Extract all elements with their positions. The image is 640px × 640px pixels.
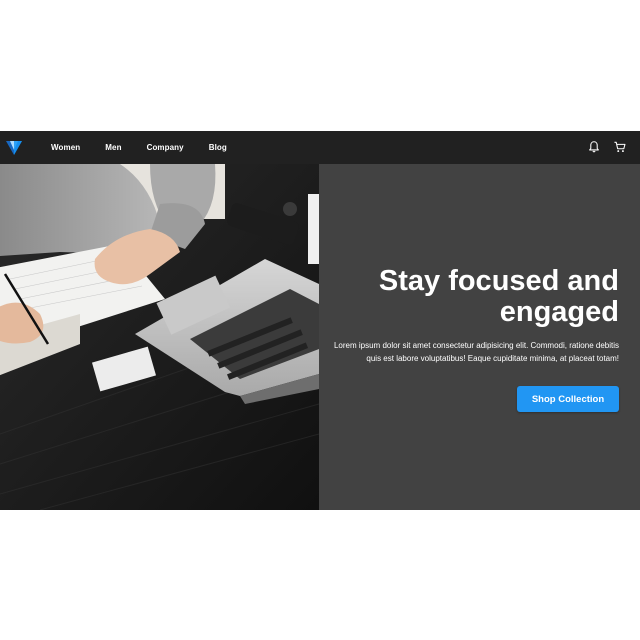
nav-links: Women Men Company Blog: [51, 131, 252, 164]
nav-link-men[interactable]: Men: [105, 143, 121, 152]
cart-icon[interactable]: [613, 140, 627, 154]
desk-workspace-photo: [0, 164, 319, 510]
hero-text-panel: Stay focused and engaged Lorem ipsum dol…: [319, 164, 640, 510]
hero-image: [0, 164, 319, 510]
app-bar: Women Men Company Blog: [0, 131, 640, 164]
bell-icon[interactable]: [587, 140, 601, 154]
nav-link-company[interactable]: Company: [147, 143, 184, 152]
hero-subtext: Lorem ipsum dolor sit amet consectetur a…: [333, 341, 619, 363]
vuetify-logo-icon[interactable]: [6, 140, 22, 156]
nav-link-blog[interactable]: Blog: [209, 143, 227, 152]
nav-link-women[interactable]: Women: [51, 143, 80, 152]
shop-collection-button[interactable]: Shop Collection: [517, 386, 619, 412]
hero-headline: Stay focused and engaged: [378, 265, 619, 328]
hero-section: Stay focused and engaged Lorem ipsum dol…: [0, 164, 640, 510]
